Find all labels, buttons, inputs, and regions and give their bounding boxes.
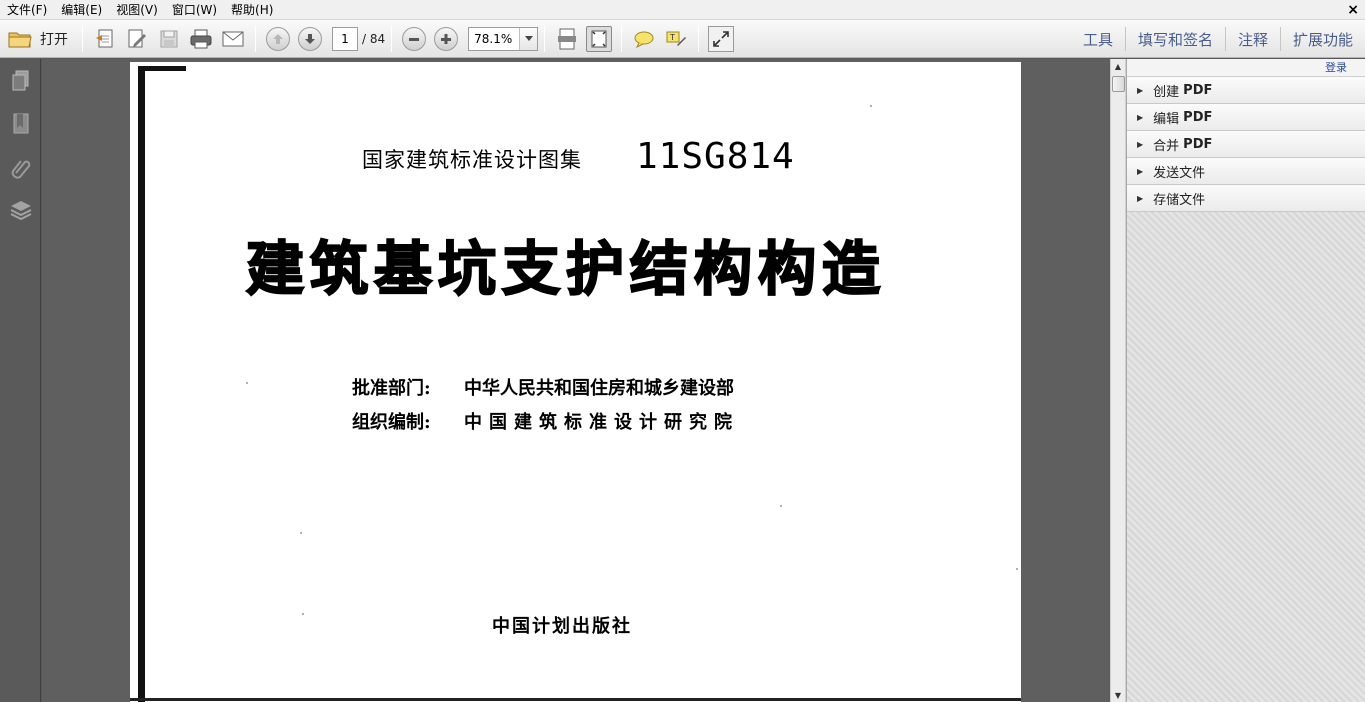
menu-view[interactable]: 视图(V) (109, 0, 165, 20)
panel-item-label: 合并 (1153, 138, 1180, 154)
expand-triangle-icon: ▶ (1137, 166, 1144, 176)
print-icon[interactable] (188, 26, 214, 52)
login-link[interactable]: 登录 (1127, 59, 1365, 77)
toolbar-right-links: 工具 填写和签名 注释 扩展功能 (1071, 20, 1365, 58)
previous-page-button[interactable] (266, 26, 290, 51)
panel-item-suffix: PDF (1183, 109, 1213, 125)
approval-value: 中华人民共和国住房和城乡建设部 (464, 378, 734, 399)
scan-speck (300, 532, 302, 534)
page-frame-top (138, 66, 186, 71)
page-number-input[interactable]: 1 (332, 26, 358, 51)
comment-icon[interactable] (631, 26, 657, 52)
panel-item-suffix: PDF (1183, 136, 1213, 152)
document-title: 建筑基坑支护结构构造 (245, 234, 887, 304)
expand-triangle-icon: ▶ (1137, 193, 1144, 203)
tools-link[interactable]: 工具 (1071, 29, 1125, 50)
fit-page-icon[interactable] (586, 25, 613, 52)
arrow-up-icon (273, 33, 283, 44)
menu-help[interactable]: 帮助(H) (224, 0, 280, 20)
scan-speck (246, 382, 248, 384)
scan-speck (302, 613, 304, 615)
save-icon[interactable] (156, 26, 182, 52)
compiler-label: 组织编制: (352, 412, 431, 433)
menu-file[interactable]: 文件(F) (0, 0, 54, 20)
toolbar-divider (544, 25, 546, 52)
atlas-code: 11SG814 (636, 136, 795, 177)
toolbar: 打开 1 / 84 78.1% T 工具 填写和签名 注释 扩展功能 (0, 20, 1365, 58)
scroll-down-icon[interactable]: ▼ (1111, 688, 1125, 702)
page-frame-left (138, 66, 145, 702)
highlight-text-icon[interactable]: T (663, 26, 689, 52)
panel-create-pdf[interactable]: ▶ 创建 PDF (1127, 77, 1365, 104)
fullscreen-icon[interactable] (708, 25, 735, 52)
panel-send-file[interactable]: ▶ 发送文件 (1127, 158, 1365, 185)
approval-label: 批准部门: (352, 378, 431, 399)
open-label: 打开 (40, 31, 68, 48)
extended-link[interactable]: 扩展功能 (1281, 29, 1365, 50)
layers-icon[interactable] (0, 188, 41, 231)
svg-text:T: T (669, 33, 675, 42)
expand-triangle-icon: ▶ (1137, 85, 1144, 95)
zoom-value: 78.1% (474, 31, 513, 46)
fit-width-icon[interactable] (554, 26, 580, 52)
panel-edit-pdf[interactable]: ▶ 编辑 PDF (1127, 104, 1365, 131)
panel-merge-pdf[interactable]: ▶ 合并 PDF (1127, 131, 1365, 158)
zoom-in-button[interactable] (434, 26, 459, 51)
comment-link[interactable]: 注释 (1226, 29, 1280, 50)
document-view[interactable]: 国家建筑标准设计图集 11SG814 建筑基坑支护结构构造 批准部门: 中华人民共… (42, 59, 1110, 702)
zoom-out-button[interactable] (402, 26, 427, 51)
scan-speck (1016, 568, 1018, 570)
panel-item-label: 创建 (1153, 84, 1180, 100)
toolbar-divider (698, 25, 700, 52)
open-button[interactable]: 打开 (0, 25, 76, 53)
create-pdf-icon[interactable] (92, 26, 118, 52)
menu-bar: 文件(F) 编辑(E) 视图(V) 窗口(W) 帮助(H) × (0, 0, 1365, 20)
tools-panel: 登录 ▶ 创建 PDF ▶ 编辑 PDF ▶ 合并 PDF ▶ 发送文件 ▶ 存… (1126, 59, 1365, 702)
panel-item-suffix: PDF (1183, 82, 1213, 98)
series-title: 国家建筑标准设计图集 (362, 148, 582, 172)
page-total: / 84 (362, 31, 386, 46)
page-frame-bottom (130, 698, 1021, 701)
edit-document-icon[interactable] (124, 26, 150, 52)
approval-line: 批准部门: 中华人民共和国住房和城乡建设部 (352, 374, 734, 400)
scan-speck (870, 105, 872, 107)
menu-edit[interactable]: 编辑(E) (54, 0, 109, 20)
compiler-line: 组织编制: 中国建筑标准设计研究院 (352, 408, 739, 434)
plus-icon (441, 33, 452, 44)
expand-triangle-icon: ▶ (1137, 139, 1144, 149)
scroll-up-icon[interactable]: ▲ (1111, 59, 1125, 73)
left-nav-panel (0, 59, 41, 702)
bookmarks-icon[interactable] (0, 102, 41, 145)
page-thumbnails-icon[interactable] (0, 59, 41, 102)
attachments-icon[interactable] (0, 145, 41, 188)
panel-item-label: 发送文件 (1153, 165, 1206, 181)
vertical-scrollbar[interactable]: ▲ ▼ (1110, 59, 1126, 702)
panel-item-label: 编辑 (1153, 111, 1180, 127)
toolbar-divider (82, 25, 83, 52)
folder-icon (8, 32, 32, 47)
scan-speck (780, 505, 782, 507)
minus-icon (409, 37, 420, 41)
toolbar-divider (621, 25, 623, 52)
close-icon[interactable]: × (1347, 0, 1359, 20)
menu-window[interactable]: 窗口(W) (165, 0, 224, 20)
panel-store-file[interactable]: ▶ 存储文件 (1127, 185, 1365, 212)
chevron-down-icon[interactable] (519, 27, 538, 50)
expand-triangle-icon: ▶ (1137, 112, 1144, 122)
publisher: 中国计划出版社 (492, 616, 632, 637)
next-page-button[interactable] (298, 26, 322, 51)
toolbar-divider (391, 25, 393, 52)
zoom-select[interactable]: 78.1% (468, 26, 539, 51)
fill-sign-link[interactable]: 填写和签名 (1126, 29, 1225, 50)
panel-item-label: 存储文件 (1153, 192, 1206, 208)
toolbar-divider (255, 25, 256, 52)
pdf-page: 国家建筑标准设计图集 11SG814 建筑基坑支护结构构造 批准部门: 中华人民共… (130, 62, 1021, 702)
compiler-value: 中国建筑标准设计研究院 (464, 412, 739, 433)
email-icon[interactable] (220, 26, 246, 52)
arrow-down-icon (305, 33, 315, 44)
scroll-thumb[interactable] (1112, 76, 1125, 92)
